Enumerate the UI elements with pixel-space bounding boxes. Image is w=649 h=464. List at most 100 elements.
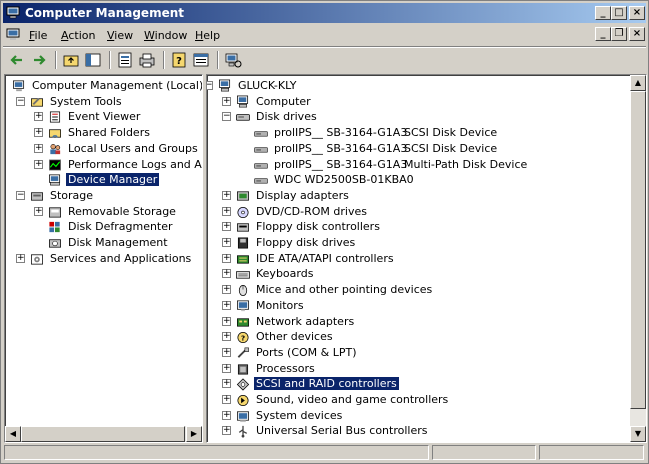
device-tree-pane[interactable]: − GLUCK-KLY + Computer − Disk drives prolIPS__… [206, 74, 647, 443]
scroll-right-button[interactable]: ▶ [186, 426, 202, 442]
tree-node-label[interactable]: Removable Storage [66, 205, 178, 218]
properties-icon[interactable] [115, 50, 135, 70]
tree-node-label[interactable]: Storage [48, 189, 95, 202]
scroll-thumb[interactable] [21, 426, 185, 442]
close-button[interactable]: × [629, 6, 645, 20]
scroll-thumb[interactable] [630, 91, 646, 409]
child-minimize-button[interactable]: _ [595, 27, 611, 41]
expand-plus-icon[interactable]: + [222, 253, 231, 263]
collapse-minus-icon[interactable]: − [207, 81, 213, 90]
expand-plus-icon[interactable]: + [222, 379, 231, 389]
tree-node-label[interactable]: Ports (COM & LPT) [254, 346, 359, 359]
tree-node-label[interactable]: Network adapters [254, 315, 356, 328]
help-icon[interactable]: ? [169, 50, 189, 70]
tree-node-label[interactable]: GLUCK-KLY [236, 79, 298, 92]
expand-plus-icon[interactable]: + [222, 410, 231, 420]
expand-plus-icon[interactable]: + [222, 347, 231, 357]
expand-plus-icon[interactable]: + [16, 253, 25, 263]
tree-node-label[interactable]: Universal Serial Bus controllers [254, 424, 429, 437]
tree-node-label[interactable]: Other devices [254, 330, 335, 343]
child-restore-button[interactable]: ❐ [611, 27, 627, 41]
tree-node-label[interactable]: System Tools [48, 95, 124, 108]
tree-node-label[interactable]: Monitors [254, 299, 306, 312]
horizontal-scrollbar[interactable]: ◀ ▶ [5, 426, 202, 442]
expand-plus-icon[interactable]: + [222, 222, 231, 232]
event-viewer-icon [49, 111, 61, 123]
expand-plus-icon[interactable]: + [34, 143, 43, 153]
tree-node-label[interactable]: Floppy disk drives [254, 236, 357, 249]
menu-help[interactable]: Help [195, 29, 220, 42]
menu-view[interactable]: View [107, 29, 133, 42]
expand-plus-icon[interactable]: + [222, 285, 231, 295]
minimize-button[interactable]: _ [595, 6, 611, 20]
tree-node-label[interactable]: WDC WD2500SB-01KBA0 [272, 173, 416, 186]
tree-node-label[interactable]: prolIPS__ SB-3164-G1A3 [272, 126, 409, 139]
up-folder-icon[interactable] [61, 50, 81, 70]
back-icon[interactable] [7, 50, 27, 70]
tree-node-label[interactable]: Display adapters [254, 189, 351, 202]
tree-node-label[interactable]: prolIPS__ SB-3164-G1A3 [272, 142, 409, 155]
collapse-minus-icon[interactable]: − [16, 96, 25, 106]
expand-plus-icon[interactable]: + [222, 206, 231, 216]
expand-plus-icon[interactable]: + [34, 128, 43, 138]
expand-plus-icon[interactable]: + [222, 96, 231, 106]
expand-plus-icon[interactable]: + [222, 395, 231, 404]
menu-action[interactable]: Action [61, 29, 95, 42]
tree-node-label[interactable]: Services and Applications [48, 252, 193, 265]
tree-node-label[interactable]: Local Users and Groups [66, 142, 200, 155]
expand-plus-icon[interactable]: + [34, 112, 43, 122]
expand-plus-icon[interactable]: + [222, 190, 231, 200]
expand-plus-icon[interactable]: + [222, 332, 231, 342]
tree-node-label[interactable]: Mice and other pointing devices [254, 283, 434, 296]
expand-plus-icon[interactable]: + [222, 238, 231, 247]
console-tree-pane[interactable]: Computer Management (Local) − System Tools… [4, 74, 203, 443]
tree-node-label[interactable]: Keyboards [254, 267, 315, 280]
tree-node-label[interactable]: Device Manager [66, 173, 160, 187]
tree-node-label[interactable]: Shared Folders [66, 126, 152, 139]
ports-icon [237, 347, 249, 358]
tree-node-label[interactable]: prolIPS__ SB-3164-G1A3 [272, 158, 409, 171]
tree-node-label[interactable]: Performance Logs and Alerts [66, 158, 202, 171]
tree-node-label[interactable]: SCSI and RAID controllers [254, 377, 399, 391]
title-bar[interactable]: Computer Management _ □ × [3, 3, 646, 23]
tree-node-label[interactable]: Disk Management [66, 236, 170, 249]
tree-node-label[interactable]: Computer [254, 95, 313, 108]
show-hide-tree-icon[interactable] [83, 50, 103, 70]
scroll-down-button[interactable]: ▼ [630, 426, 646, 442]
mmc-document-icon[interactable] [6, 28, 20, 41]
tree-node-label[interactable]: Floppy disk controllers [254, 220, 382, 233]
menu-file[interactable]: File [29, 29, 47, 42]
expand-plus-icon[interactable]: + [222, 426, 231, 436]
forward-icon[interactable] [29, 50, 49, 70]
scan-hardware-icon[interactable] [223, 50, 243, 70]
device-description: SCSI Disk Device [404, 126, 498, 140]
menu-window[interactable]: Window [144, 29, 187, 42]
expand-plus-icon[interactable]: + [222, 316, 231, 326]
expand-plus-icon[interactable]: + [222, 300, 231, 310]
view-icon[interactable] [191, 50, 211, 70]
expand-plus-icon[interactable]: + [34, 159, 43, 169]
tree-node-label[interactable]: DVD/CD-ROM drives [254, 205, 369, 218]
defragmenter-icon [49, 222, 60, 233]
collapse-minus-icon[interactable]: − [222, 112, 231, 122]
expand-plus-icon[interactable]: + [222, 363, 231, 373]
child-close-button[interactable]: × [629, 27, 645, 41]
tree-node-label[interactable]: Computer Management (Local) [30, 79, 202, 92]
tree-node-label[interactable]: Processors [254, 362, 317, 375]
tree-node-label[interactable]: System devices [254, 409, 344, 422]
scsi-icon [236, 378, 250, 391]
vertical-scrollbar[interactable]: ▲ ▼ [630, 75, 646, 442]
maximize-button[interactable]: □ [611, 6, 627, 20]
tree-node-label[interactable]: Disk drives [254, 110, 319, 123]
expand-plus-icon[interactable]: + [222, 269, 231, 279]
print-icon[interactable] [137, 50, 157, 70]
tree-node-label[interactable]: Sound, video and game controllers [254, 393, 450, 406]
tree-node-label[interactable]: IDE ATA/ATAPI controllers [254, 252, 396, 265]
scroll-up-button[interactable]: ▲ [630, 75, 646, 91]
tree-node-label[interactable]: Disk Defragmenter [66, 220, 175, 233]
expand-plus-icon[interactable]: + [34, 206, 43, 216]
tree-node-label[interactable]: Event Viewer [66, 110, 142, 123]
scroll-left-button[interactable]: ◀ [5, 426, 21, 442]
collapse-minus-icon[interactable]: − [16, 190, 25, 200]
display-icon [237, 191, 249, 201]
